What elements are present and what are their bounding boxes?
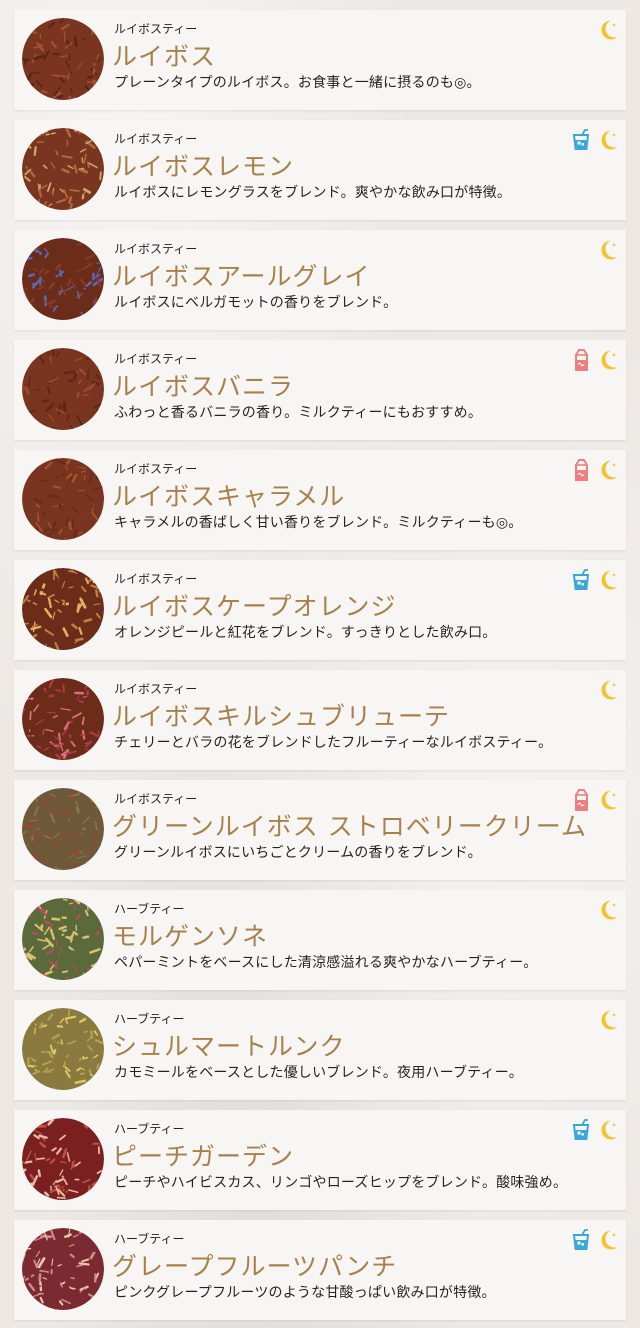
- tea-card: ルイボスティーグリーンルイボス ストロベリークリームグリーンルイボスにいちごとク…: [14, 780, 626, 880]
- tea-name: ルイボス: [112, 42, 217, 71]
- tea-card: ハーブティーピーチガーデンピーチやハイビスカス、リンゴやローズヒップをブレンド。…: [14, 1110, 626, 1210]
- moon-icon: [596, 788, 620, 812]
- tea-icons: [569, 568, 620, 592]
- tea-icons: [596, 18, 620, 42]
- tea-description: ルイボスにベルガモットの香りをブレンド。: [114, 295, 398, 311]
- moon-icon: [596, 678, 620, 702]
- tea-description: チェリーとバラの花をブレンドしたフルーティーなルイボスティー。: [114, 735, 553, 751]
- iced-drink-icon: [569, 1118, 593, 1142]
- tea-leaf-photo: [22, 458, 104, 540]
- tea-card: ルイボスティールイボスレモンルイボスにレモングラスをブレンド。爽やかな飲み口が特…: [14, 120, 626, 220]
- moon-icon: [596, 1008, 620, 1032]
- tea-name: シュルマートルンク: [112, 1032, 346, 1061]
- tea-description: ペパーミントをベースにした清涼感溢れる爽やかなハーブティー。: [114, 955, 538, 971]
- tea-icons: [596, 678, 620, 702]
- tea-category: ハーブティー: [114, 1122, 185, 1136]
- tea-leaf-photo: [22, 348, 104, 430]
- tea-name: グリーンルイボス ストロベリークリーム: [112, 812, 587, 841]
- moon-icon: [596, 898, 620, 922]
- tea-name: ルイボスレモン: [112, 152, 295, 181]
- tea-description: ルイボスにレモングラスをブレンド。爽やかな飲み口が特徴。: [114, 185, 512, 201]
- tea-card: ルイボスティールイボスケープオレンジオレンジピールと紅花をブレンド。すっきりとし…: [14, 560, 626, 660]
- tea-icons: [569, 458, 620, 482]
- tea-leaf-photo: [22, 568, 104, 650]
- tea-card: ハーブティーモルゲンソネペパーミントをベースにした清涼感溢れる爽やかなハーブティ…: [14, 890, 626, 990]
- tea-icons: [596, 238, 620, 262]
- tea-description: グリーンルイボスにいちごとクリームの香りをブレンド。: [114, 845, 482, 861]
- tea-name: ルイボスキルシュブリューテ: [112, 702, 451, 731]
- tea-name: グレープフルーツパンチ: [112, 1252, 398, 1281]
- tea-category: ハーブティー: [114, 1232, 185, 1246]
- milk-carton-icon: [569, 788, 593, 812]
- tea-icons: [596, 1008, 620, 1032]
- tea-leaf-photo: [22, 1118, 104, 1200]
- tea-category: ルイボスティー: [114, 22, 198, 36]
- tea-name: ルイボスケープオレンジ: [112, 592, 397, 621]
- tea-name: モルゲンソネ: [112, 922, 269, 951]
- moon-icon: [596, 568, 620, 592]
- tea-category: ハーブティー: [114, 1012, 185, 1026]
- tea-card: ルイボスティールイボスキャラメルキャラメルの香ばしく甘い香りをブレンド。ミルクテ…: [14, 450, 626, 550]
- tea-name: ルイボスアールグレイ: [112, 262, 371, 291]
- tea-category: ハーブティー: [114, 902, 185, 916]
- tea-description: キャラメルの香ばしく甘い香りをブレンド。ミルクティーも◎。: [114, 515, 523, 531]
- tea-leaf-photo: [22, 128, 104, 210]
- tea-category: ルイボスティー: [114, 572, 198, 586]
- tea-description: ピンクグレープフルーツのような甘酸っぱい飲み口が特徴。: [114, 1285, 496, 1301]
- moon-icon: [596, 1118, 620, 1142]
- tea-icons: [569, 1118, 620, 1142]
- tea-category: ルイボスティー: [114, 242, 198, 256]
- tea-description: ふわっと香るバニラの香り。ミルクティーにもおすすめ。: [114, 405, 483, 421]
- tea-leaf-photo: [22, 1228, 104, 1310]
- tea-category: ルイボスティー: [114, 682, 198, 696]
- milk-carton-icon: [569, 348, 593, 372]
- iced-drink-icon: [569, 568, 593, 592]
- moon-icon: [596, 238, 620, 262]
- milk-carton-icon: [569, 458, 593, 482]
- tea-category: ルイボスティー: [114, 132, 198, 146]
- tea-name: ピーチガーデン: [112, 1142, 295, 1171]
- tea-description: ピーチやハイビスカス、リンゴやローズヒップをブレンド。酸味強め。: [114, 1175, 568, 1191]
- tea-card: ルイボスティールイボスアールグレイルイボスにベルガモットの香りをブレンド。: [14, 230, 626, 330]
- tea-name: ルイボスキャラメル: [112, 482, 346, 511]
- moon-icon: [596, 1228, 620, 1252]
- tea-icons: [596, 898, 620, 922]
- tea-description: プレーンタイプのルイボス。お食事と一緒に摂るのも◎。: [114, 75, 481, 91]
- tea-name: ルイボスバニラ: [112, 372, 295, 401]
- iced-drink-icon: [569, 1228, 593, 1252]
- moon-icon: [596, 18, 620, 42]
- tea-leaf-photo: [22, 678, 104, 760]
- tea-card: ルイボスティールイボスプレーンタイプのルイボス。お食事と一緒に摂るのも◎。: [14, 10, 626, 110]
- tea-category: ルイボスティー: [114, 352, 198, 366]
- tea-leaf-photo: [22, 788, 104, 870]
- tea-leaf-photo: [22, 1008, 104, 1090]
- tea-leaf-photo: [22, 18, 104, 100]
- tea-category: ルイボスティー: [114, 792, 198, 806]
- iced-drink-icon: [569, 128, 593, 152]
- tea-description: オレンジピールと紅花をブレンド。すっきりとした飲み口。: [114, 625, 497, 641]
- tea-card: ルイボスティールイボスバニラふわっと香るバニラの香り。ミルクティーにもおすすめ。: [14, 340, 626, 440]
- tea-icons: [569, 348, 620, 372]
- tea-icons: [569, 788, 620, 812]
- tea-icons: [569, 128, 620, 152]
- tea-description: カモミールをベースとした優しいブレンド。夜用ハーブティー。: [114, 1065, 523, 1081]
- tea-leaf-photo: [22, 898, 104, 980]
- tea-leaf-photo: [22, 238, 104, 320]
- moon-icon: [596, 458, 620, 482]
- tea-card: ハーブティーグレープフルーツパンチピンクグレープフルーツのような甘酸っぱい飲み口…: [14, 1220, 626, 1320]
- tea-card: ルイボスティールイボスキルシュブリューテチェリーとバラの花をブレンドしたフルーテ…: [14, 670, 626, 770]
- tea-category: ルイボスティー: [114, 462, 198, 476]
- tea-icons: [569, 1228, 620, 1252]
- tea-card: ハーブティーシュルマートルンクカモミールをベースとした優しいブレンド。夜用ハーブ…: [14, 1000, 626, 1100]
- moon-icon: [596, 128, 620, 152]
- moon-icon: [596, 348, 620, 372]
